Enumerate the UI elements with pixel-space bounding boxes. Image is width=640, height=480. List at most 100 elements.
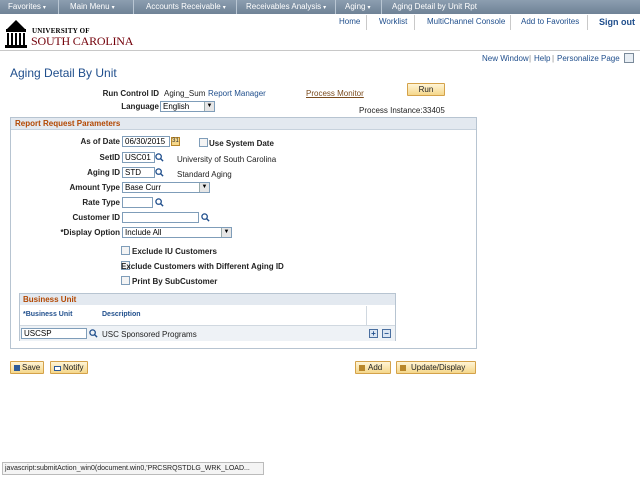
nav-divider [58,0,59,14]
add-icon [359,365,365,371]
run-control-label: Run Control ID [102,89,159,98]
notify-label: Notify [63,363,84,372]
add-row-icon[interactable]: + [369,329,378,338]
nav-receivables-analysis[interactable]: Receivables Analysis ▾ [246,2,326,11]
aging-id-description: Standard Aging [177,170,232,179]
nav-main-menu[interactable]: Main Menu ▾ [70,2,115,11]
process-instance-text: Process Instance:33405 [359,106,445,115]
section-title: Report Request Parameters [11,118,476,130]
language-value: English [163,102,190,111]
rate-type-label: Rate Type [82,198,120,207]
utility-divider: | [529,54,532,63]
nav-favorites[interactable]: Favorites ▾ [8,2,46,11]
add-button[interactable]: Add [355,361,391,374]
search-icon[interactable] [155,198,164,207]
setid-description: University of South Carolina [177,155,277,164]
business-unit-grid: Business Unit *Business Unit Description… [19,293,396,341]
header-divider [587,15,588,30]
nav-favorites-label: Favorites [8,2,41,11]
header-divider [510,15,511,30]
search-icon[interactable] [201,213,210,222]
header-worklist-link[interactable]: Worklist [379,17,407,26]
personalize-page-link[interactable]: Personalize Page [557,54,620,63]
header-multichannel-link[interactable]: MultiChannel Console [427,17,505,26]
nav-aging-label: Aging [345,2,366,11]
business-unit-title: Business Unit [20,294,395,305]
chevron-down-icon: ▼ [221,228,231,237]
rate-type-input[interactable] [122,197,153,208]
usc-logo-icon [5,20,27,48]
search-icon[interactable] [89,329,98,338]
save-label: Save [22,363,41,372]
as-of-date-label: As of Date [80,137,120,146]
print-by-subcustomer-checkbox[interactable] [121,276,130,285]
notify-button[interactable]: Notify [50,361,88,374]
use-system-date-label: Use System Date [209,139,274,148]
display-option-value: Include All [125,228,162,237]
update-display-label: Update/Display [411,363,466,372]
nav-divider [133,0,134,14]
exclude-different-aging-label: Exclude Customers with Different Aging I… [121,262,284,271]
nav-ra-label: Receivables Analysis [246,2,322,11]
sign-out-link[interactable]: Sign out [599,17,635,27]
display-option-select[interactable]: Include All ▼ [122,227,232,238]
customer-id-label: Customer ID [72,213,120,222]
save-icon [14,365,20,371]
nav-divider [236,0,237,14]
chevron-down-icon: ▾ [222,5,226,11]
column-header-business-unit: *Business Unit [23,311,73,318]
business-unit-input[interactable]: USCSP [21,328,87,339]
help-link[interactable]: Help [534,54,550,63]
print-by-subcustomer-label: Print By SubCustomer [132,277,218,286]
page-title: Aging Detail By Unit [10,66,117,80]
chevron-down-icon: ▾ [111,5,115,11]
delete-row-icon[interactable]: − [382,329,391,338]
chevron-down-icon: ▾ [323,5,327,11]
calendar-icon[interactable]: 31 [171,137,180,146]
aging-id-input[interactable]: STD [122,167,155,178]
update-display-button[interactable]: Update/Display [396,361,476,374]
chevron-down-icon: ▾ [367,5,371,11]
help-icon[interactable] [624,53,634,63]
header-add-favorites-link[interactable]: Add to Favorites [521,17,579,26]
chevron-down-icon: ▾ [42,5,46,11]
search-icon[interactable] [155,153,164,162]
column-header-description: Description [102,311,141,318]
setid-input[interactable]: USC01 [122,152,155,163]
logo-south-carolina-text: SOUTH CAROLINA [31,34,134,48]
language-label: Language [121,102,159,111]
top-nav-bar: Favorites ▾ Main Menu ▾ Accounts Receivabl… [0,0,640,14]
amount-type-select[interactable]: Base Curr ▼ [122,182,210,193]
search-icon[interactable] [155,168,164,177]
process-monitor-link[interactable]: Process Monitor [306,89,364,98]
amount-type-value: Base Curr [125,183,162,192]
display-option-label: *Display Option [60,228,120,237]
header-divider [366,15,367,30]
as-of-date-input[interactable]: 06/30/2015 [122,136,170,147]
report-manager-link[interactable]: Report Manager [208,89,266,98]
exclude-iu-customers-checkbox[interactable] [121,246,130,255]
utility-divider: | [552,54,555,63]
nav-ar-label: Accounts Receivable [146,2,221,11]
nav-accounts-receivable[interactable]: Accounts Receivable ▾ [146,2,226,11]
run-control-value: Aging_Sum [164,89,206,98]
nav-divider [381,0,382,14]
customer-id-input[interactable] [122,212,199,223]
update-icon [400,365,406,371]
new-window-link[interactable]: New Window [482,54,529,63]
header-home-link[interactable]: Home [339,17,360,26]
chevron-down-icon: ▼ [199,183,209,192]
setid-label: SetID [99,153,120,162]
header-divider [414,15,415,30]
chevron-down-icon: ▼ [204,102,214,111]
save-button[interactable]: Save [10,361,44,374]
business-unit-description: USC Sponsored Programs [102,330,197,339]
nav-current-label: Aging Detail by Unit Rpt [392,2,477,11]
use-system-date-checkbox[interactable] [199,138,208,147]
exclude-iu-customers-label: Exclude IU Customers [132,247,217,256]
language-select[interactable]: English ▼ [160,101,215,112]
envelope-icon [54,366,61,371]
run-button[interactable]: Run [407,83,445,96]
nav-aging[interactable]: Aging ▾ [345,2,370,11]
table-row: USCSP USC Sponsored Programs + − [20,325,395,341]
